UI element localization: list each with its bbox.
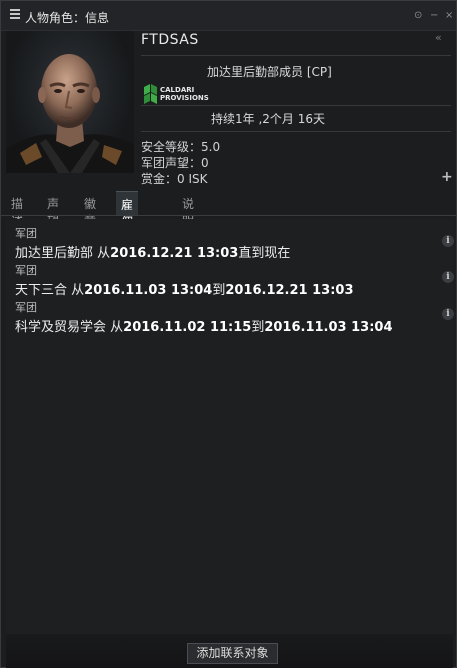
corp-divider (141, 105, 451, 106)
header-divider (141, 55, 451, 56)
entry-line: 科学及贸易学会 从2016.11.02 11:15到2016.11.03 13:… (15, 316, 435, 335)
collapse-header-icon[interactable]: « (435, 31, 442, 44)
info-icon[interactable]: i (442, 235, 454, 247)
entry-type: 军团 (15, 301, 37, 314)
title-bar[interactable]: 人物角色：信息 ⊙ − × (1, 1, 456, 31)
list-item[interactable]: 军团 加达里后勤部 从2016.12.21 13:03直到现在 (15, 225, 435, 261)
entry-corp[interactable]: 科学及贸易学会 (15, 320, 106, 335)
entry-to: 到 (251, 320, 265, 335)
entry-type: 军团 (15, 227, 37, 240)
character-name: FTDSAS (141, 32, 199, 48)
tab-divider (1, 215, 457, 216)
add-bounty-icon[interactable]: + (441, 169, 453, 185)
tab-decorations[interactable]: 徽章 (79, 191, 101, 228)
tab-notes[interactable]: 说明 (177, 191, 199, 228)
minimize-icon[interactable]: − (430, 11, 438, 21)
list-item[interactable]: 军团 科学及贸易学会 从2016.11.02 11:15到2016.11.03 … (15, 299, 435, 335)
pin-icon[interactable]: ⊙ (414, 11, 422, 21)
entry-type: 军团 (15, 264, 37, 277)
entry-end: 2016.12.21 13:03 (225, 283, 354, 298)
entry-line: 天下三合 从2016.11.03 13:04到2016.12.21 13:03 (15, 279, 435, 298)
entry-from: 从 (71, 283, 85, 298)
portrait-image (6, 54, 134, 173)
security-status: 安全等级：5.0 (141, 140, 221, 154)
menu-icon[interactable] (10, 9, 20, 19)
entry-start: 2016.12.21 13:03 (110, 246, 239, 261)
info-icon[interactable]: i (442, 271, 454, 283)
tab-employment-history[interactable]: 雇佣纪录 (116, 191, 139, 263)
corporation-logo[interactable]: CALDARI PROVISIONS (143, 84, 213, 104)
corporation-row[interactable]: 加达里后勤部成员 [CP] CALDARI PROVISIONS (141, 59, 457, 106)
list-item[interactable]: 军团 天下三合 从2016.11.03 13:04到2016.12.21 13:… (15, 262, 435, 298)
bounty: 赏金：0 ISK (141, 172, 208, 186)
entry-start: 2016.11.02 11:15 (123, 320, 252, 335)
character-portrait[interactable] (6, 31, 134, 173)
corp-standing: 军团声望：0 (141, 156, 209, 170)
character-info-window: 人物角色：信息 ⊙ − × « FTDSAS 加达里后勤部成员 [CP] CAL… (0, 0, 457, 668)
entry-from: 从 (110, 320, 124, 335)
stats-divider (141, 131, 451, 132)
membership-duration: 持续1年 ,2个月 16天 (211, 112, 325, 126)
tab-description[interactable]: 描述 (6, 191, 28, 228)
caldari-provisions-logo-icon: CALDARI PROVISIONS (144, 84, 209, 104)
close-icon[interactable]: × (445, 11, 453, 21)
info-icon[interactable]: i (442, 308, 454, 320)
entry-start: 2016.11.03 13:04 (84, 283, 213, 298)
tab-standings[interactable]: 声望 (42, 191, 64, 228)
entry-to: 到 (212, 283, 226, 298)
entry-from: 从 (97, 246, 111, 261)
entry-corp[interactable]: 天下三合 (15, 283, 67, 298)
entry-end: 2016.11.03 13:04 (264, 320, 393, 335)
entry-corp[interactable]: 加达里后勤部 (15, 246, 93, 261)
entry-line: 加达里后勤部 从2016.12.21 13:03直到现在 (15, 242, 435, 261)
logo-text-line1: CALDARI (160, 86, 194, 94)
entry-to: 直到现在 (238, 246, 291, 261)
employment-history-list[interactable]: 军团 加达里后勤部 从2016.12.21 13:03直到现在 i 军团 天下三… (6, 219, 454, 634)
window-title: 人物角色：信息 (25, 11, 110, 25)
add-contact-button[interactable]: 添加联系对象 (187, 643, 278, 664)
logo-text-line2: PROVISIONS (160, 94, 209, 102)
corporation-name[interactable]: 加达里后勤部成员 [CP] (207, 63, 332, 80)
